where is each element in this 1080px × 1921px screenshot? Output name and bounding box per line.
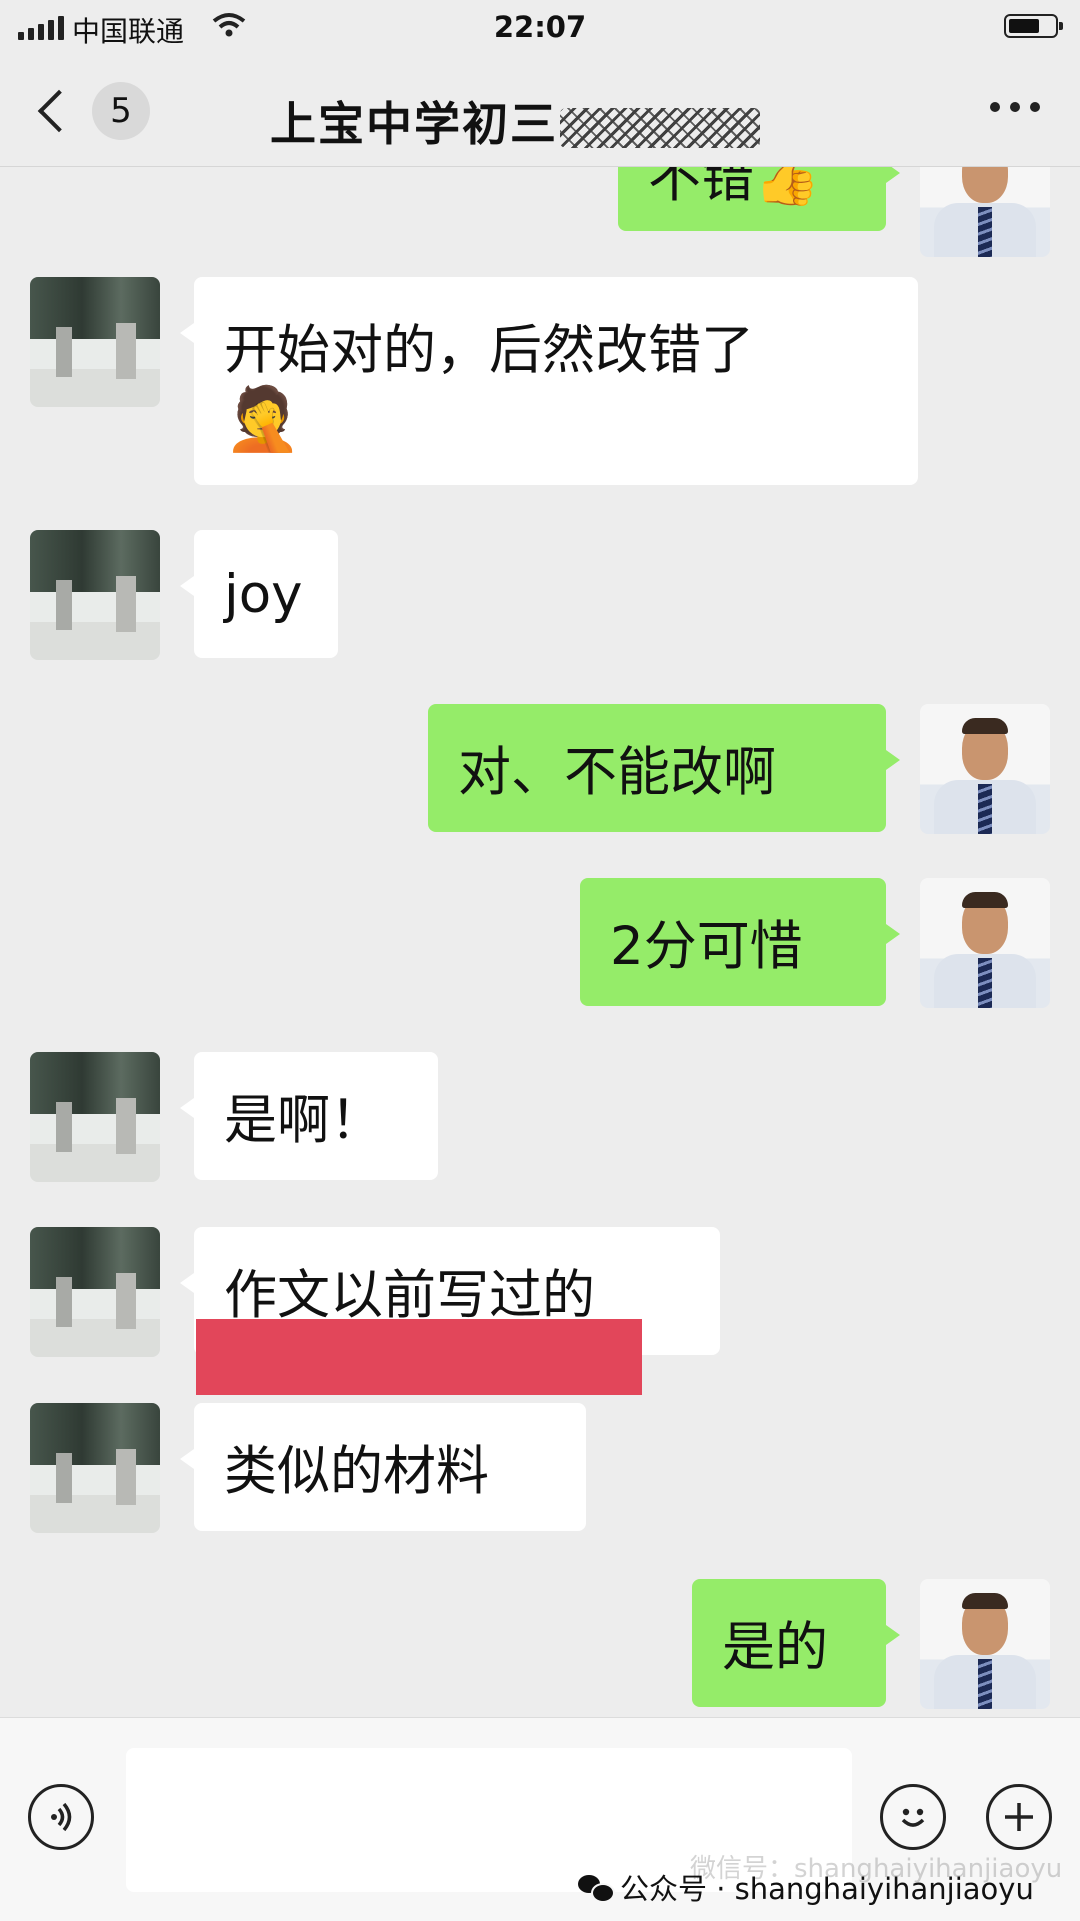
message-bubble[interactable]: 开始对的，后然改错了 🤦 — [180, 277, 918, 485]
message-text: 开始对的，后然改错了 — [224, 320, 754, 381]
chevron-left-icon — [37, 89, 81, 133]
message-bubble[interactable]: 2分可惜 — [580, 878, 900, 1006]
redaction-bar — [196, 1319, 642, 1395]
avatar[interactable] — [30, 1403, 160, 1533]
chat-title-text: 上宝中学初三 — [270, 97, 558, 151]
chat-header: 5 上宝中学初三 — [0, 60, 1080, 167]
avatar[interactable] — [30, 1227, 160, 1357]
message-text: 类似的材料 — [224, 1441, 489, 1502]
message-text: 对、不能改啊 — [458, 742, 776, 803]
back-button[interactable]: 5 — [30, 76, 150, 146]
more-dot-icon — [990, 102, 1000, 112]
message-bubble[interactable]: 对、不能改啊 — [428, 704, 900, 832]
avatar[interactable] — [920, 167, 1050, 257]
more-options-button[interactable] — [990, 102, 1040, 112]
wechat-watermark: 公众号 · shanghaiyihanjiaoyu — [578, 1866, 1034, 1908]
battery-icon — [1004, 14, 1063, 38]
message-text: 不错👍 — [648, 167, 820, 209]
input-bar: 微信号：shanghaiyihanjiaoyu 公众号 · shanghaiyi… — [0, 1717, 1080, 1921]
plus-icon — [1005, 1803, 1033, 1831]
unread-badge: 5 — [92, 82, 150, 140]
voice-input-button[interactable] — [28, 1784, 94, 1850]
wechat-icon — [578, 1873, 615, 1903]
avatar[interactable] — [30, 530, 160, 660]
emoji-button[interactable] — [880, 1784, 946, 1850]
more-dot-icon — [1010, 102, 1020, 112]
more-actions-button[interactable] — [986, 1784, 1052, 1850]
watermark-text: 公众号 · shanghaiyihanjiaoyu — [620, 1872, 1034, 1906]
message-text: joy — [224, 563, 303, 625]
more-dot-icon — [1030, 102, 1040, 112]
message-text: 是啊！ — [224, 1090, 383, 1151]
avatar[interactable] — [30, 277, 160, 407]
message-list[interactable]: 不错👍 开始对的，后然改错了 🤦 joy 对、不能改啊 2分可惜 是啊！ 作文以… — [0, 167, 1080, 1717]
avatar[interactable] — [920, 704, 1050, 834]
title-redaction — [560, 107, 760, 148]
emoji-icon — [901, 1808, 925, 1827]
message-bubble[interactable]: joy — [180, 530, 338, 658]
message-bubble[interactable]: 类似的材料 — [180, 1403, 586, 1531]
avatar[interactable] — [30, 1052, 160, 1182]
avatar[interactable] — [920, 1579, 1050, 1709]
message-bubble[interactable]: 不错👍 — [618, 167, 900, 231]
facepalm-emoji: 🤦 — [224, 382, 302, 455]
avatar[interactable] — [920, 878, 1050, 1008]
message-bubble[interactable]: 是啊！ — [180, 1052, 438, 1180]
clock: 22:07 — [493, 10, 587, 44]
voice-icon — [51, 1802, 72, 1832]
status-bar: 中国联通 22:07 — [0, 0, 1080, 60]
message-text: 作文以前写过的 — [224, 1265, 595, 1326]
chat-title: 上宝中学初三 — [270, 88, 760, 154]
message-bubble[interactable]: 是的 — [692, 1579, 900, 1707]
message-text: 是的 — [722, 1617, 828, 1678]
message-text: 2分可惜 — [610, 916, 803, 977]
